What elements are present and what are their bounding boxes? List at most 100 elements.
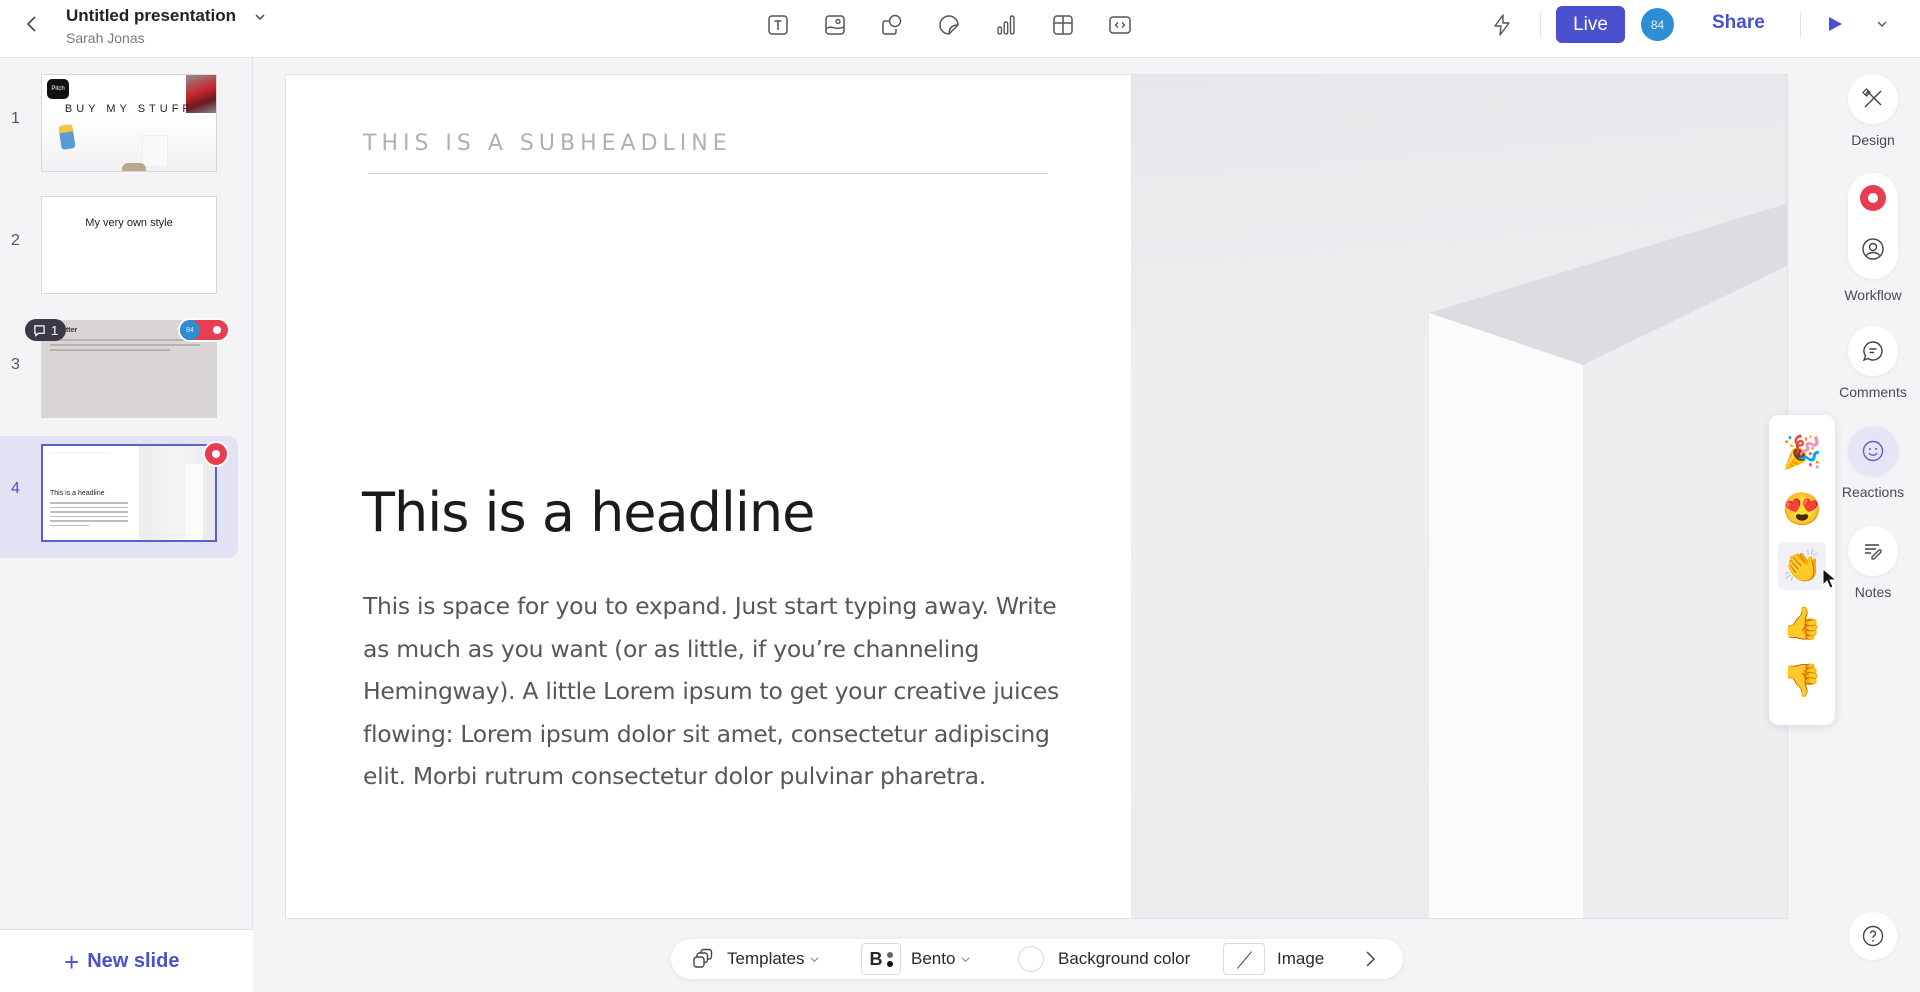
chair-image	[122, 163, 146, 171]
notes-button[interactable]	[1848, 526, 1898, 576]
clapping-hands-reaction[interactable]: 👏	[1778, 542, 1826, 590]
comment-bubble-icon	[1862, 341, 1883, 362]
recording-badge[interactable]	[203, 441, 229, 467]
thumbnail-body-lines	[50, 502, 128, 529]
mouse-cursor-icon	[1822, 568, 1838, 589]
slide-format-toolbar: Templates B Bento Background color Image	[671, 939, 1403, 979]
notes-label: Notes	[1854, 584, 1892, 600]
comments-panel-toggle[interactable]: Comments	[1839, 326, 1907, 400]
chevron-down-icon[interactable]	[1876, 18, 1888, 30]
no-image-icon	[1223, 943, 1265, 975]
reactions-panel-toggle[interactable]: Reactions	[1842, 426, 1904, 500]
plus-icon: +	[64, 946, 80, 977]
slide-number: 3	[11, 356, 20, 373]
thumbnail-body-lines	[50, 339, 200, 354]
templates-icon	[693, 948, 713, 968]
theme-icon-letter: B	[869, 948, 883, 969]
comments-label: Comments	[1839, 384, 1907, 400]
workflow-pill	[1848, 173, 1898, 279]
doorway-illustration	[1429, 203, 1787, 918]
comment-count: 1	[51, 322, 59, 338]
slide-list-item[interactable]: 2 My very own style	[0, 188, 238, 310]
slide-number: 2	[11, 232, 20, 249]
image-label: Image	[1277, 949, 1325, 968]
slide-body-text[interactable]: This is space for you to expand. Just st…	[363, 585, 1063, 798]
thumbnail-title: This is a headline	[50, 490, 105, 497]
notes-panel-toggle[interactable]: Notes	[1844, 526, 1902, 600]
templates-button[interactable]: Templates	[691, 939, 819, 979]
insert-embed-button[interactable]	[1105, 11, 1135, 39]
slide-subheadline[interactable]: THIS IS A SUBHEADLINE	[363, 131, 732, 156]
new-slide-label: New slide	[87, 950, 180, 972]
background-color-button[interactable]: Background color	[1018, 939, 1190, 979]
divider	[1540, 12, 1541, 38]
design-panel-toggle[interactable]: Design	[1844, 74, 1902, 148]
play-icon[interactable]	[1826, 15, 1844, 33]
collaborator-recording-badge[interactable]: 84	[178, 318, 230, 342]
comment-count-badge[interactable]: 1	[25, 319, 67, 341]
thumbnail-title: BUY MY STUFF	[64, 103, 194, 115]
divider	[1800, 12, 1801, 38]
party-popper-reaction[interactable]: 🎉	[1778, 428, 1826, 476]
insert-chart-button[interactable]	[991, 11, 1021, 39]
chevron-down-icon	[961, 956, 970, 962]
thumbnail-subheadline-rule	[50, 452, 110, 453]
thumbs-down-reaction[interactable]: 👎	[1778, 656, 1826, 704]
insert-image-button[interactable]	[820, 11, 850, 39]
background-image-button[interactable]: Image	[1223, 939, 1324, 979]
text-icon	[768, 15, 788, 35]
toolbar-next-button[interactable]	[1363, 939, 1377, 979]
shape-icon	[882, 14, 902, 35]
table-icon	[1053, 15, 1073, 35]
thumbs-up-reaction[interactable]: 👍	[1778, 599, 1826, 647]
back-arrow-icon[interactable]	[22, 14, 42, 34]
templates-label: Templates	[727, 949, 805, 968]
reactions-button[interactable]	[1848, 426, 1898, 476]
background-color-swatch	[1018, 946, 1044, 972]
image-icon	[825, 15, 845, 35]
theme-label: Bento	[911, 949, 956, 968]
share-button[interactable]: Share	[1712, 12, 1765, 34]
notes-icon	[1865, 544, 1882, 560]
user-avatar[interactable]: 84	[1641, 8, 1674, 41]
chevron-right-icon	[1366, 951, 1376, 967]
question-mark-icon	[1862, 925, 1884, 947]
insert-sticker-button[interactable]	[934, 11, 964, 39]
slide-thumbnail[interactable]: My very own style	[41, 196, 217, 294]
top-bar: Untitled presentation Sarah Jonas Live 8…	[0, 0, 1920, 58]
presentation-title[interactable]: Untitled presentation	[66, 6, 236, 26]
chevron-down-icon[interactable]	[254, 11, 266, 23]
collaborator-avatar: 84	[180, 320, 200, 340]
slide-canvas[interactable]: THIS IS A SUBHEADLINE This is a headline…	[285, 74, 1788, 919]
design-tools-icon	[1862, 88, 1882, 108]
embed-icon	[1109, 16, 1131, 34]
slide-list-item[interactable]: 1 Pitch BUY MY STUFF	[0, 66, 238, 188]
desk-image	[142, 135, 168, 167]
comments-button[interactable]	[1848, 326, 1898, 376]
theme-icon: B	[861, 943, 901, 975]
architecture-photo[interactable]	[1131, 75, 1787, 918]
comment-icon	[34, 324, 45, 337]
insert-shape-button[interactable]	[877, 11, 907, 39]
smiley-icon	[1862, 440, 1884, 462]
theme-selector[interactable]: B Bento	[861, 939, 970, 979]
title-block: Untitled presentation Sarah Jonas	[66, 6, 266, 46]
design-button[interactable]	[1848, 74, 1898, 124]
live-button[interactable]: Live	[1556, 6, 1625, 43]
help-button[interactable]	[1849, 912, 1897, 960]
new-slide-button[interactable]: + New slide	[64, 946, 180, 977]
slide-thumbnail[interactable]: Pitch BUY MY STUFF	[41, 74, 217, 172]
slide-headline[interactable]: This is a headline	[362, 481, 815, 544]
slide-thumbnail[interactable]: This is a headline	[41, 444, 217, 542]
user-circle-icon[interactable]	[1861, 237, 1885, 261]
heart-eyes-reaction[interactable]: 😍	[1778, 485, 1826, 533]
record-button[interactable]	[1860, 185, 1886, 211]
insert-table-button[interactable]	[1048, 11, 1078, 39]
lightning-bolt-icon[interactable]	[1490, 13, 1514, 37]
slide-number: 1	[11, 110, 20, 127]
background-color-label: Background color	[1058, 949, 1191, 968]
chart-icon	[997, 15, 1015, 35]
design-label: Design	[1851, 132, 1895, 148]
new-slide-footer: + New slide	[0, 929, 253, 992]
insert-text-button[interactable]	[763, 11, 793, 39]
